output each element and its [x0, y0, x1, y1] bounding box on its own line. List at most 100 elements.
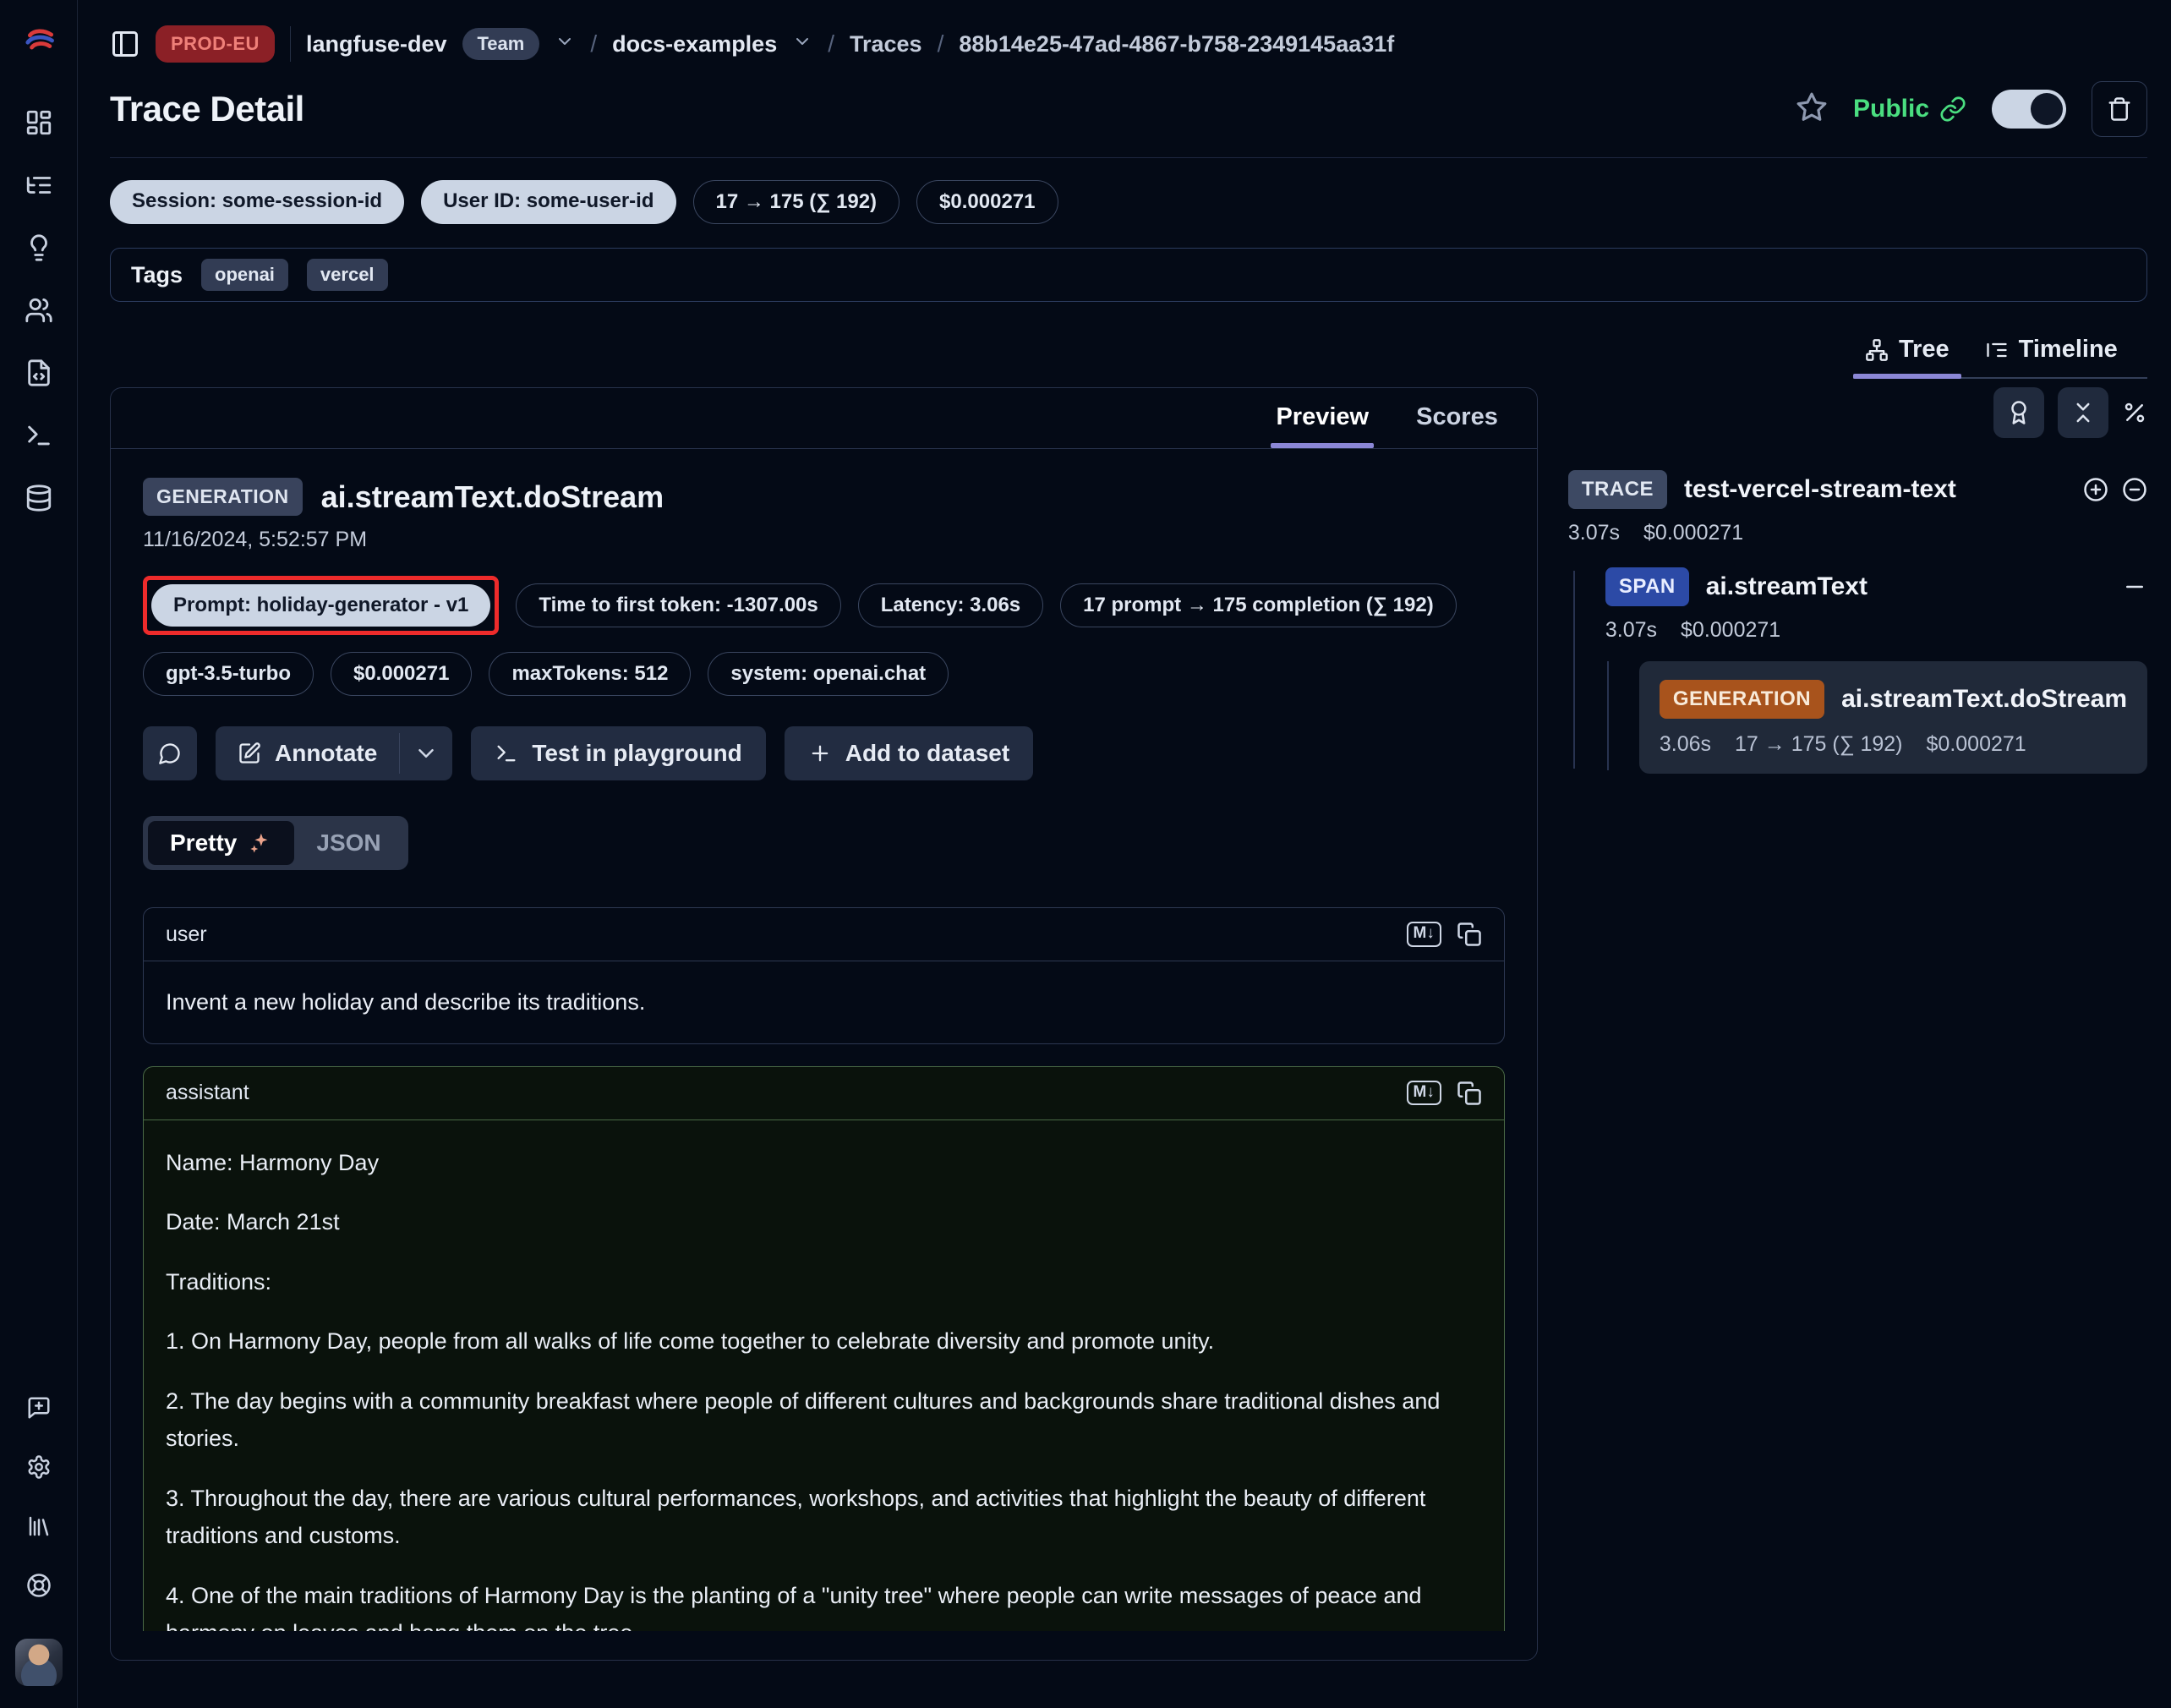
test-in-playground-button[interactable]: Test in playground [471, 726, 765, 780]
span-node[interactable]: SPAN ai.streamText [1605, 567, 2147, 606]
comment-button[interactable] [143, 726, 197, 780]
user-message-text: Invent a new holiday and describe its tr… [144, 961, 1504, 1043]
breadcrumb-project[interactable]: docs-examples [612, 31, 777, 57]
users-icon[interactable] [25, 296, 53, 325]
model-badge[interactable]: gpt-3.5-turbo [143, 652, 314, 696]
generation-stats: 3.06s 17 → 175 (∑ 192) $0.000271 [1660, 732, 2127, 757]
docs-library-icon[interactable] [26, 1514, 52, 1539]
view-tabs: Tree Timeline [1853, 331, 2147, 379]
datasets-file-icon[interactable] [25, 359, 53, 387]
collapse-all-button[interactable] [2058, 387, 2108, 438]
span-cost: $0.000271 [1681, 618, 1780, 643]
generation-node-selected[interactable]: GENERATION ai.streamText.doStream 3.06s … [1639, 661, 2147, 774]
add-to-dataset-label: Add to dataset [845, 740, 1009, 767]
io-messages: user M↓ Invent a new holiday and describ… [143, 907, 1505, 1631]
annotate-label: Annotate [275, 740, 377, 767]
collapse-node-icon[interactable] [2122, 477, 2147, 502]
trace-cost: $0.000271 [1643, 521, 1743, 545]
public-toggle[interactable] [1992, 90, 2066, 129]
add-to-dataset-button[interactable]: Add to dataset [785, 726, 1033, 780]
title-actions: Public [1796, 81, 2147, 137]
user-id-badge[interactable]: User ID: some-user-id [421, 180, 675, 224]
dashboard-icon[interactable] [25, 108, 53, 137]
sidebar-toggle-icon[interactable] [110, 29, 140, 59]
annotate-dropdown[interactable] [400, 726, 452, 780]
chevron-down-icon[interactable] [792, 31, 812, 57]
edit-pen-icon [238, 742, 261, 765]
trace-tree: TRACE test-vercel-stream-text 3.07s $0.0… [1568, 470, 2147, 774]
tab-timeline-label: Timeline [2019, 336, 2118, 364]
assistant-message-text: Name: Harmony Day Date: March 21st Tradi… [144, 1120, 1504, 1632]
award-icon [2006, 400, 2032, 425]
assistant-line: 1. On Harmony Day, people from all walks… [166, 1322, 1482, 1360]
tokens-badge: 17 → 175 (∑ 192) [693, 180, 900, 224]
support-lifebuoy-icon[interactable] [26, 1573, 52, 1598]
expand-all-icon[interactable] [2083, 477, 2108, 502]
chevron-down-icon [413, 741, 439, 766]
breadcrumb-divider [290, 26, 291, 62]
toggle-knob [2031, 93, 2063, 125]
breadcrumb-separator: / [590, 30, 597, 57]
breadcrumb-org[interactable]: langfuse-dev [306, 31, 447, 57]
assistant-line: 3. Throughout the day, there are various… [166, 1480, 1482, 1555]
span-name: ai.streamText [1706, 572, 1867, 601]
percent-metrics-icon[interactable] [2122, 400, 2147, 425]
playground-terminal-icon[interactable] [25, 421, 53, 450]
assistant-line: Name: Harmony Day [166, 1144, 1482, 1182]
observation-card: Preview Scores GENERATION ai.streamText.… [110, 387, 1538, 1661]
markdown-icon[interactable]: M↓ [1407, 922, 1441, 947]
copy-icon[interactable] [1457, 1081, 1482, 1106]
format-json-option[interactable]: JSON [294, 821, 402, 865]
message-role: user [166, 922, 207, 947]
prompt-badge-highlight: Prompt: holiday-generator - v1 [143, 576, 499, 635]
tab-preview[interactable]: Preview [1271, 388, 1374, 448]
observation-title: ai.streamText.doStream [321, 479, 664, 515]
tag-item[interactable]: openai [201, 259, 288, 291]
scores-award-button[interactable] [1993, 387, 2044, 438]
observation-type-badge: GENERATION [143, 478, 303, 516]
generation-type-badge: GENERATION [1660, 680, 1824, 719]
breadcrumb: PROD-EU langfuse-dev Team / docs-example… [110, 25, 2147, 63]
tab-tree-label: Tree [1899, 336, 1950, 364]
tab-scores[interactable]: Scores [1411, 388, 1503, 448]
observation-timestamp: 11/16/2024, 5:52:57 PM [143, 528, 1505, 552]
annotate-split-button: Annotate [216, 726, 452, 780]
database-icon[interactable] [25, 484, 53, 512]
format-pretty-option[interactable]: Pretty [148, 821, 294, 865]
environment-badge[interactable]: PROD-EU [156, 25, 275, 63]
latency-badge: Latency: 3.06s [858, 583, 1043, 627]
tree-toolbar [1568, 387, 2147, 438]
generation-tokens: 17 → 175 (∑ 192) [1735, 732, 1903, 757]
delete-trace-button[interactable] [2092, 81, 2147, 137]
cost-badge: $0.000271 [916, 180, 1058, 224]
trace-tree-panel: TRACE test-vercel-stream-text 3.07s $0.0… [1568, 387, 2147, 774]
link-icon [1939, 96, 1966, 123]
comment-icon [158, 742, 182, 765]
tab-timeline[interactable]: Timeline [1973, 331, 2130, 377]
breadcrumb-traces[interactable]: Traces [850, 31, 922, 57]
prompts-lightbulb-icon[interactable] [25, 233, 53, 262]
tags-container[interactable]: Tags openai vercel [110, 248, 2147, 302]
feedback-icon[interactable] [26, 1395, 52, 1421]
user-avatar[interactable] [15, 1639, 63, 1686]
star-icon[interactable] [1796, 91, 1828, 128]
public-link[interactable]: Public [1853, 95, 1966, 123]
prompt-badge[interactable]: Prompt: holiday-generator - v1 [151, 584, 490, 627]
span-duration: 3.07s [1605, 618, 1657, 643]
main-area: PROD-EU langfuse-dev Team / docs-example… [78, 0, 2171, 1708]
minus-collapse-icon[interactable] [2122, 574, 2147, 599]
copy-icon[interactable] [1457, 922, 1482, 947]
message-role: assistant [166, 1081, 249, 1105]
session-badge[interactable]: Session: some-session-id [110, 180, 404, 224]
generation-cost: $0.000271 [1927, 732, 2026, 757]
tag-item[interactable]: vercel [307, 259, 388, 291]
settings-gear-icon[interactable] [26, 1454, 52, 1480]
chevron-down-icon[interactable] [555, 31, 575, 57]
annotate-button[interactable]: Annotate [216, 726, 399, 780]
format-pretty-label: Pretty [170, 829, 237, 857]
markdown-icon[interactable]: M↓ [1407, 1081, 1441, 1106]
tab-tree[interactable]: Tree [1853, 331, 1961, 377]
trace-node[interactable]: TRACE test-vercel-stream-text [1568, 470, 2147, 509]
langfuse-logo[interactable] [20, 22, 57, 59]
tracing-icon[interactable] [25, 171, 53, 200]
